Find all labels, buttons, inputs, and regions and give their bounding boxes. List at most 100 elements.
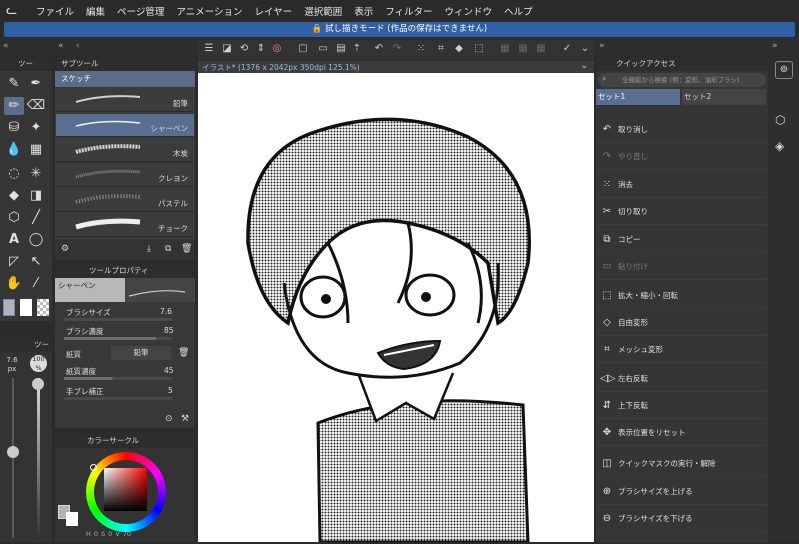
qa-quick-mask[interactable]: ◫ クイックマスクの実行・解除 xyxy=(596,450,766,477)
expand-right-icon[interactable]: » xyxy=(772,41,778,51)
eyedropper-tool-icon[interactable]: ⁄ xyxy=(26,275,46,293)
hue-cursor[interactable] xyxy=(90,464,97,471)
menu-edit[interactable]: 編集 xyxy=(86,4,105,18)
app-logo-icon[interactable]: ᓚ xyxy=(6,3,22,19)
ruler-toolbar-icon[interactable]: ▦ xyxy=(498,42,512,56)
quick-access-icon[interactable]: ⊚ xyxy=(775,61,793,79)
menu-selection[interactable]: 選択範囲 xyxy=(304,4,342,18)
move-tool-icon[interactable]: ✒ xyxy=(26,75,46,93)
prop-stabilization[interactable]: 手ブレ補正 5 xyxy=(56,385,194,403)
brush-item-charcoal[interactable]: 木炭 xyxy=(56,139,194,162)
qa-cut[interactable]: ✂ 切り取り xyxy=(596,198,766,225)
wrench-icon[interactable]: ⚒ xyxy=(181,414,189,424)
paper-density-slider-bar[interactable] xyxy=(64,377,172,380)
zoom-icon[interactable]: ⇕ xyxy=(254,42,268,56)
brush-density-slider-bar[interactable] xyxy=(64,337,172,340)
qa-redo[interactable]: ↷ やり直し xyxy=(596,143,766,170)
brush-item-chalk[interactable]: チョーク xyxy=(56,214,194,237)
ruler-tool-icon[interactable]: ◸ xyxy=(4,253,24,271)
qa-reset-view[interactable]: ✥ 表示位置をリセット xyxy=(596,419,766,446)
open-icon[interactable]: ▭ xyxy=(316,42,330,56)
paper-texture-select[interactable]: 鉛筆 xyxy=(111,346,171,360)
subtool-group-tab[interactable]: スケッチ xyxy=(55,71,195,87)
expand-icon[interactable]: ‹ xyxy=(76,41,80,51)
collapse-subtool-icon[interactable]: « xyxy=(58,41,64,51)
crop-toolbar-icon[interactable]: ⬚ xyxy=(472,42,486,56)
qa-copy[interactable]: ⧉ コピー xyxy=(596,226,766,253)
menu-view[interactable]: 表示 xyxy=(354,4,373,18)
redo-toolbar-icon[interactable]: ↷ xyxy=(390,42,404,56)
layer-toolbar-icon[interactable]: ▦ xyxy=(516,42,530,56)
tab-set-2[interactable]: セット2 xyxy=(682,89,766,105)
prop-paper-density[interactable]: 紙質濃度 45 xyxy=(56,365,194,383)
blend-tool-icon[interactable]: 💧 xyxy=(4,141,24,159)
lasso-tool-icon[interactable]: ◌ xyxy=(4,165,24,183)
chevron-down-icon[interactable]: ⌄ xyxy=(578,42,592,56)
select-toolbar-icon[interactable]: ▦ xyxy=(534,42,548,56)
magic-wand-tool-icon[interactable]: ✳ xyxy=(26,165,46,183)
pen-tool-icon[interactable]: ✏ xyxy=(4,97,24,115)
stamp-tool-icon[interactable]: ⛁ xyxy=(4,119,24,137)
hand-tool-icon[interactable]: ✋ xyxy=(4,275,24,293)
qa-brush-size-up[interactable]: ⊕ ブラシサイズを上げる xyxy=(596,478,766,505)
menu-help[interactable]: ヘルプ xyxy=(504,4,533,18)
clear-toolbar-icon[interactable]: ⁙ xyxy=(414,42,428,56)
collapse-left-icon[interactable]: « xyxy=(3,41,9,51)
undo-toolbar-icon[interactable]: ↶ xyxy=(372,42,386,56)
trash-icon[interactable]: 🗑 xyxy=(181,244,192,254)
chevron-down-icon[interactable]: ⌄ xyxy=(580,61,588,71)
qa-clear[interactable]: ⁙ 消去 xyxy=(596,171,766,198)
qa-flip-vertical[interactable]: ⇵ 上下反転 xyxy=(596,392,766,419)
export-icon[interactable]: ⇡ xyxy=(350,42,364,56)
stabilization-slider-bar[interactable] xyxy=(64,397,172,400)
quick-access-search[interactable]: 全機能から検索 (例：変形、油彩ブラシ) xyxy=(598,73,766,87)
sub-color-swatch[interactable] xyxy=(66,512,78,526)
sub-color-chip[interactable] xyxy=(20,299,32,316)
subtool-import-icon[interactable]: ⤓ xyxy=(147,244,151,254)
opacity-handle[interactable] xyxy=(32,378,44,390)
menu-filter[interactable]: フィルター xyxy=(385,4,432,18)
qa-brush-size-down[interactable]: ⊖ ブラシサイズを下げる xyxy=(596,505,766,532)
fill-tool-icon[interactable]: ◆ xyxy=(4,187,24,205)
sparkle-tool-icon[interactable]: ✦ xyxy=(26,119,46,137)
check-toolbar-icon[interactable]: ✓ xyxy=(560,42,574,56)
snap-icon[interactable]: ◎ xyxy=(270,42,284,56)
brush-item-pencil[interactable]: 鉛筆 xyxy=(56,89,194,112)
material-icon[interactable]: ⬡ xyxy=(775,113,785,127)
transform-toolbar-icon[interactable]: ⌗ xyxy=(434,42,448,56)
menu-page[interactable]: ページ管理 xyxy=(117,4,164,18)
prop-brush-density[interactable]: ブラシ濃度 85 xyxy=(56,325,194,343)
tool-property-reset-icon[interactable]: ⊙ xyxy=(165,414,173,424)
layer-stack-icon[interactable]: ◈ xyxy=(775,139,784,153)
zoom-tool-icon[interactable]: ✎ xyxy=(4,75,24,93)
menu-file[interactable]: ファイル xyxy=(36,4,74,18)
brush-item-pastel[interactable]: パステル xyxy=(56,189,194,212)
rotate-view-icon[interactable]: ⟲ xyxy=(237,42,251,56)
qa-scale-rotate[interactable]: ⬚ 拡大・縮小・回転 xyxy=(596,282,766,309)
document-tab[interactable]: イラスト* (1376 x 2042px 350dpi 125.1%) xyxy=(202,62,360,73)
saturation-value-square[interactable] xyxy=(104,468,147,511)
qa-flip-horizontal[interactable]: ◁▷ 左右反転 xyxy=(596,365,766,392)
grid-tool-icon[interactable]: ▦ xyxy=(26,141,46,159)
qa-paste[interactable]: ▭ 貼り付け xyxy=(596,253,766,280)
fill-toolbar-icon[interactable]: ◆ xyxy=(452,42,466,56)
text-tool-icon[interactable]: A xyxy=(4,231,24,249)
brush-item-mechanical-pencil[interactable]: シャーペン xyxy=(56,114,194,137)
canvas[interactable] xyxy=(198,73,594,544)
brush-item-crayon[interactable]: クレヨン xyxy=(56,164,194,187)
subtool-settings-icon[interactable]: ⚙ xyxy=(61,244,69,254)
menu-animation[interactable]: アニメーション xyxy=(176,4,242,18)
prop-brush-size[interactable]: ブラシサイズ 7.6 xyxy=(56,306,194,324)
gradient-tool-icon[interactable]: ◨ xyxy=(26,187,46,205)
line-tool-icon[interactable]: ╱ xyxy=(26,209,46,227)
menu-window[interactable]: ウィンドウ xyxy=(445,4,493,18)
save-icon[interactable]: ▤ xyxy=(334,42,348,56)
transparent-color-chip[interactable] xyxy=(37,299,49,316)
eraser-tool-icon[interactable]: ⌫ xyxy=(26,97,46,115)
fit-screen-icon[interactable]: ◪ xyxy=(220,42,234,56)
qa-mesh-transform[interactable]: ⌗ メッシュ変形 xyxy=(596,336,766,363)
object-tool-icon[interactable]: ↖ xyxy=(26,253,46,271)
brush-size-slider[interactable] xyxy=(12,378,14,538)
menu-icon[interactable]: ☰ xyxy=(202,42,216,56)
qa-undo[interactable]: ↶ 取り消し xyxy=(596,116,766,143)
